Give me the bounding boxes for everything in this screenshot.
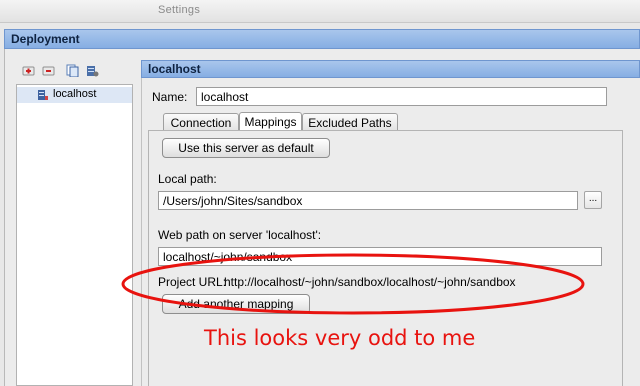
local-path-label: Local path:	[158, 172, 217, 186]
name-label: Name:	[152, 90, 188, 104]
project-url-label: Project URL:	[158, 275, 227, 289]
server-icon	[37, 89, 49, 104]
tab-connection[interactable]: Connection	[163, 113, 239, 130]
add-another-mapping-button[interactable]: Add another mapping	[162, 294, 310, 314]
use-as-default-button[interactable]: Use this server as default	[162, 138, 330, 158]
tab-excluded-paths[interactable]: Excluded Paths	[302, 113, 398, 130]
web-path-label: Web path on server 'localhost':	[158, 228, 322, 242]
browse-local-path-button[interactable]: ...	[584, 191, 602, 209]
annotation-text: This looks very odd to me	[204, 326, 476, 350]
deployment-header: Deployment	[4, 29, 640, 49]
web-path-field[interactable]: localhost/~john/sandbox	[158, 247, 602, 266]
copy-server-icon[interactable]	[66, 64, 79, 77]
tab-mappings[interactable]: Mappings	[239, 112, 302, 130]
deployment-title: Deployment	[11, 32, 80, 46]
local-path-field[interactable]: /Users/john/Sites/sandbox	[158, 191, 578, 210]
server-list[interactable]: localhost	[16, 84, 133, 386]
server-name-field[interactable]: localhost	[196, 87, 607, 106]
server-settings-icon[interactable]	[86, 64, 99, 77]
server-name: localhost	[53, 88, 97, 100]
server-detail-header: localhost	[141, 60, 640, 78]
server-list-item-localhost[interactable]: localhost	[17, 87, 132, 103]
server-detail-title: localhost	[148, 62, 201, 76]
add-server-icon[interactable]	[22, 64, 35, 77]
project-url-value: http://localhost/~john/sandbox/localhost…	[224, 275, 516, 289]
window-titlebar: Settings	[0, 0, 640, 23]
window-title: Settings	[158, 4, 201, 16]
remove-server-icon[interactable]	[42, 64, 55, 77]
